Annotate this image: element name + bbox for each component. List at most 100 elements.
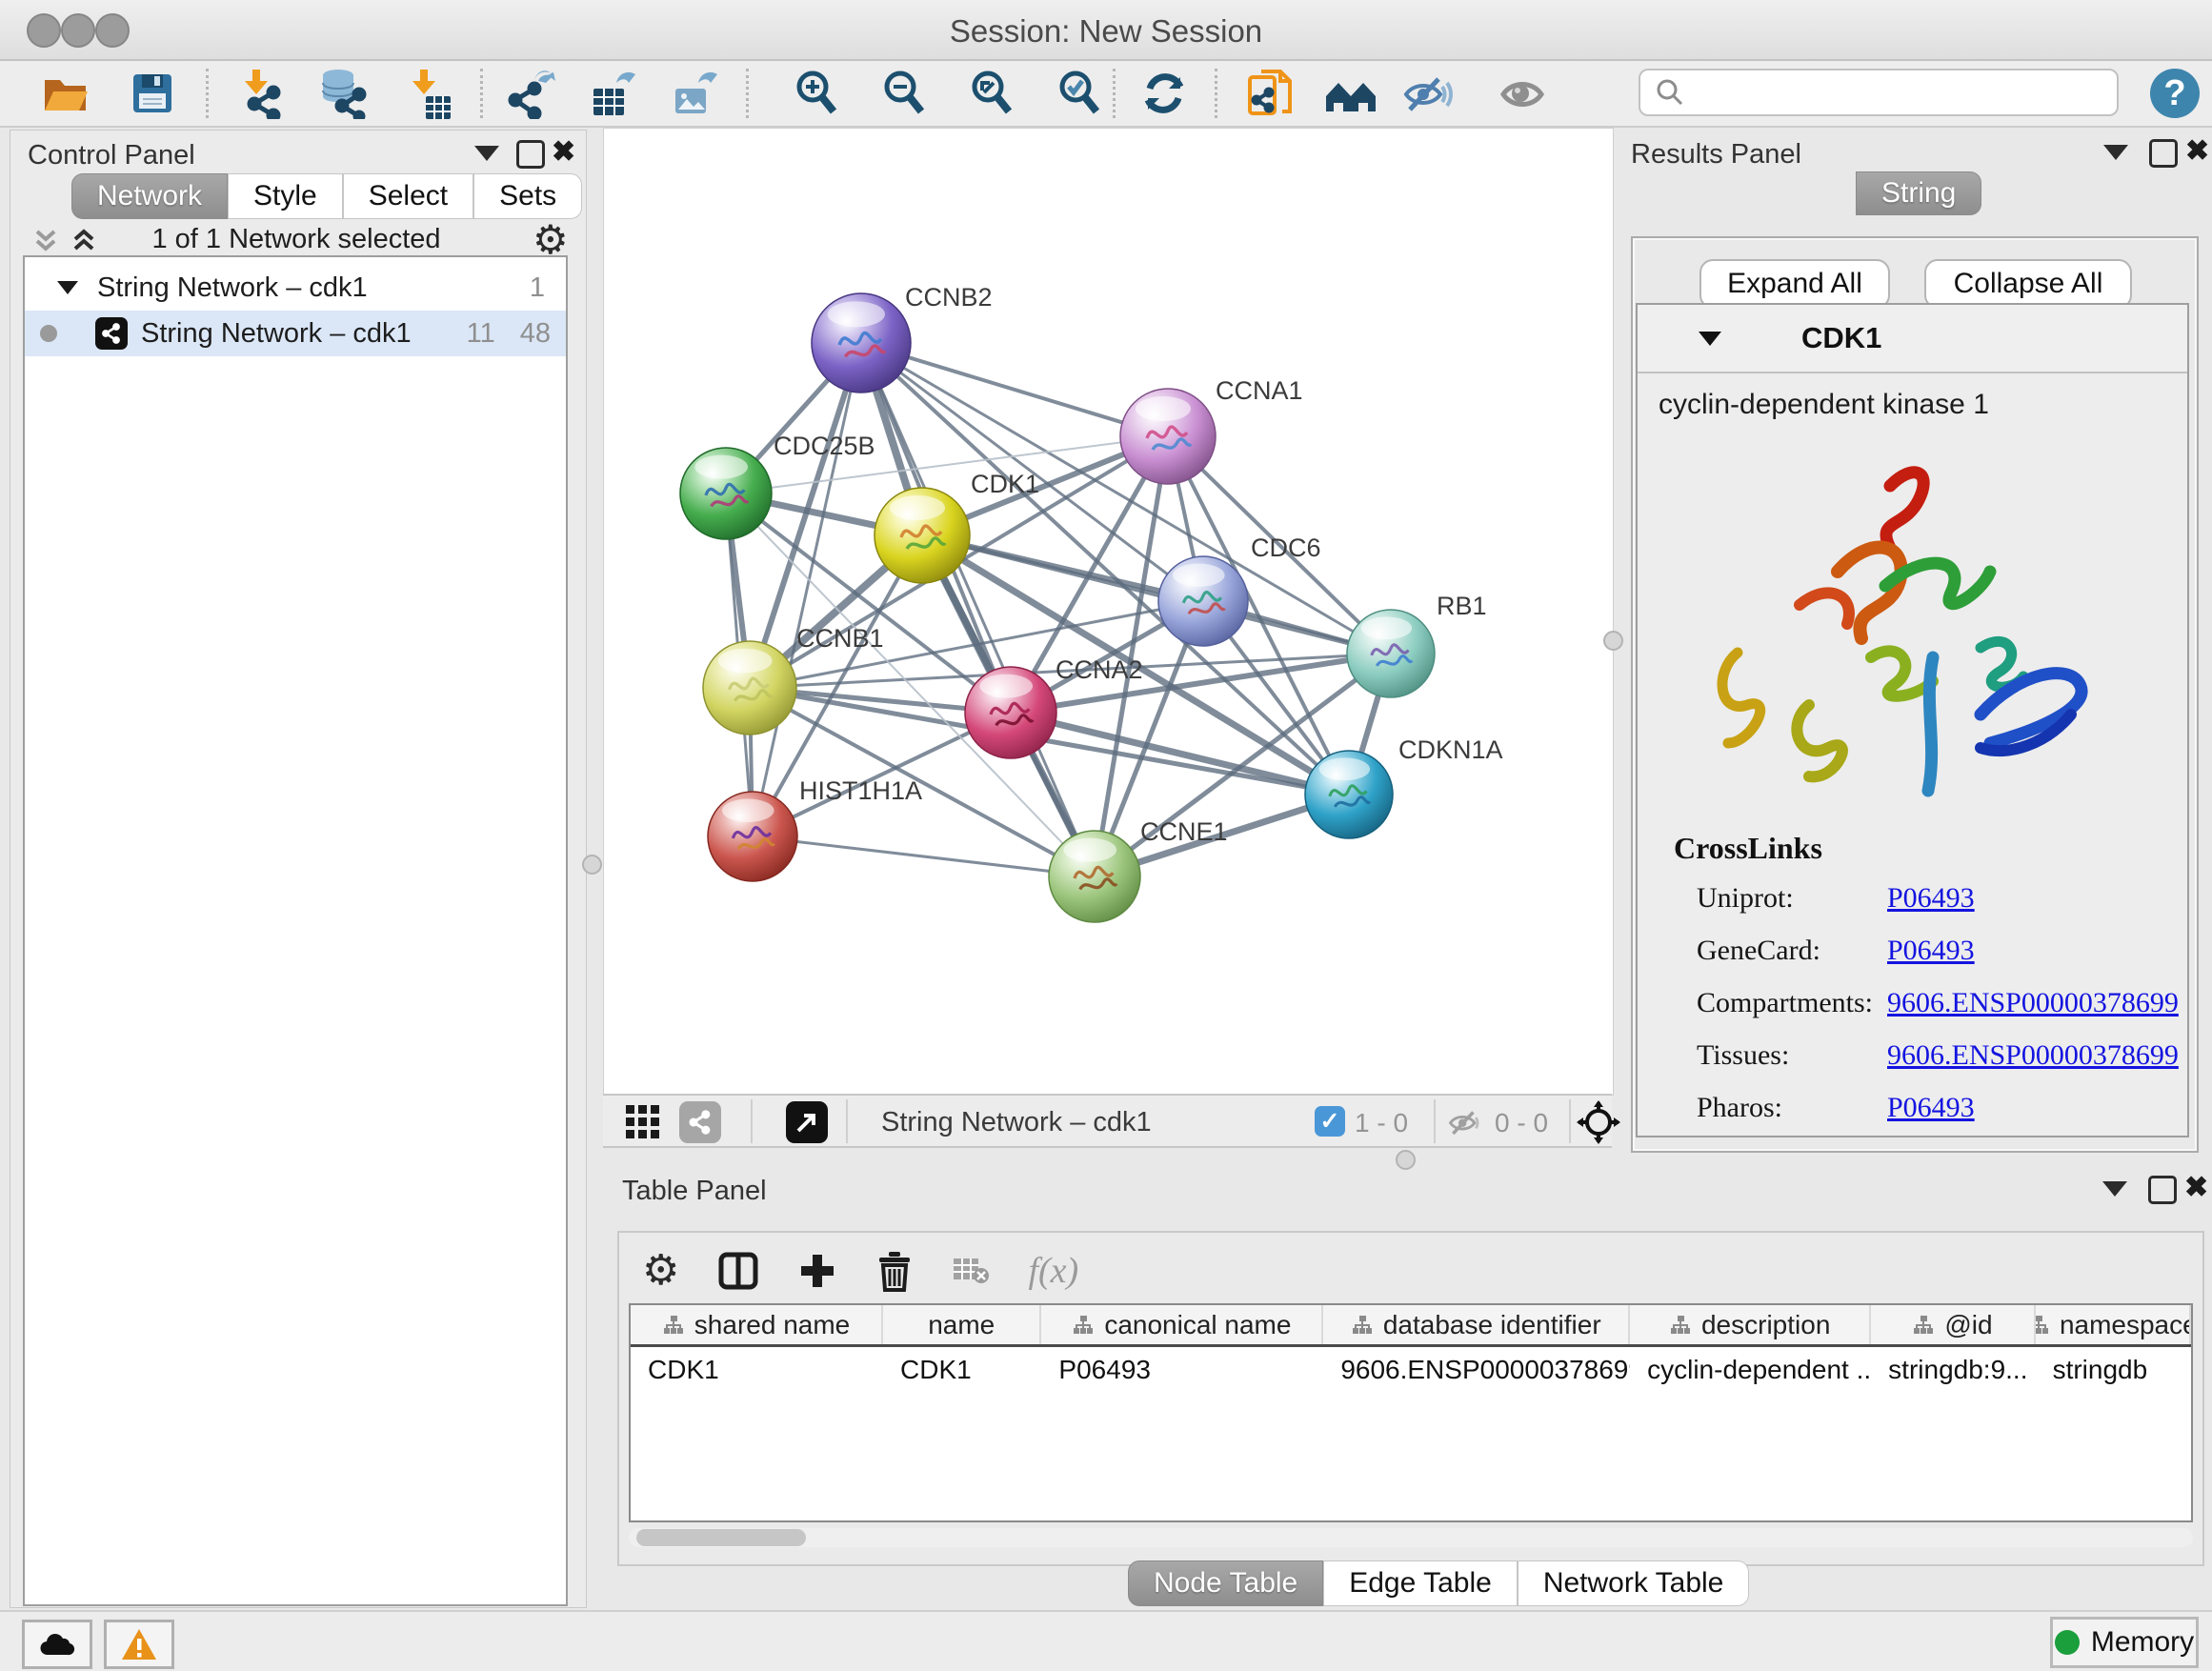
edge-CCNE1-HIST1H1A[interactable]: [753, 836, 1095, 876]
column-header-canonical-name[interactable]: canonical name: [1041, 1305, 1323, 1344]
import-network-file-button[interactable]: [232, 67, 286, 120]
cloud-status-button[interactable]: [22, 1620, 92, 1669]
collapse-all-button[interactable]: Collapse All: [1924, 259, 2132, 309]
tab-node-table[interactable]: Node Table: [1128, 1560, 1323, 1606]
ribbon-stroke-3: [1722, 653, 1760, 743]
node-attribute-table[interactable]: shared namenamecanonical namedatabase id…: [629, 1303, 2193, 1522]
hide-unselected-button[interactable]: [1400, 67, 1454, 120]
float-panel-icon[interactable]: [2102, 1181, 2127, 1197]
gene-header-row[interactable]: CDK1: [1638, 305, 2187, 373]
hidden-count: 0 - 0: [1495, 1108, 1548, 1138]
network-view-title: String Network – cdk1: [881, 1107, 1152, 1138]
node-label-CCNA2: CCNA2: [1056, 655, 1143, 684]
close-panel-icon[interactable]: ✖: [2184, 1174, 2208, 1202]
delete-column-trash-icon[interactable]: [875, 1250, 914, 1292]
maximize-panel-icon[interactable]: [2149, 139, 2178, 168]
node-CCNB1[interactable]: CCNB1: [703, 624, 884, 735]
scrollbar-thumb[interactable]: [636, 1529, 806, 1546]
center-view-crosshair-icon[interactable]: [1577, 1100, 1620, 1144]
tab-network[interactable]: Network: [71, 173, 228, 219]
table-cell[interactable]: stringdb: [2036, 1347, 2191, 1393]
node-label-CCNB1: CCNB1: [796, 624, 884, 653]
save-session-button[interactable]: [126, 67, 179, 120]
crosslink-link[interactable]: P06493: [1887, 882, 1975, 915]
node-HIST1H1A[interactable]: HIST1H1A: [708, 776, 922, 881]
column-header-database-identifier[interactable]: database identifier: [1323, 1305, 1630, 1344]
table-options-gear-icon[interactable]: ⚙: [642, 1246, 679, 1295]
column-header-@id[interactable]: @id: [1871, 1305, 2035, 1344]
tab-network-table[interactable]: Network Table: [1518, 1560, 1750, 1606]
close-panel-icon[interactable]: ✖: [552, 138, 575, 167]
node-CDKN1A[interactable]: CDKN1A: [1305, 735, 1503, 838]
detach-view-icon[interactable]: [786, 1101, 828, 1143]
tab-select[interactable]: Select: [343, 173, 473, 219]
crosslink-link[interactable]: 9606.ENSP00000378699: [1887, 1039, 2179, 1072]
network-view-canvas[interactable]: CCNB2CCNA1CDC25BCDK1CDC6RB1CCNB1CCNA2CDK…: [603, 128, 1614, 1096]
column-header-namespace[interactable]: namespace: [2036, 1305, 2191, 1344]
refresh-view-button[interactable]: [1137, 67, 1191, 120]
left-splitter-handle[interactable]: [582, 855, 602, 875]
help-button[interactable]: ?: [2150, 69, 2200, 118]
crosslink-link[interactable]: 9606.ENSP00000378699: [1887, 987, 2179, 1019]
node-CDC25B[interactable]: CDC25B: [680, 432, 875, 539]
grid-view-icon[interactable]: [624, 1103, 662, 1141]
collection-expand-icon[interactable]: [55, 277, 80, 298]
zoom-fit-button[interactable]: [966, 67, 1019, 120]
network-overview-icon[interactable]: [679, 1101, 721, 1143]
table-cell[interactable]: 9606.ENSP00000378699: [1323, 1347, 1630, 1393]
column-header-description[interactable]: description: [1630, 1305, 1871, 1344]
show-all-button[interactable]: [1496, 67, 1549, 120]
crosslink-link[interactable]: P06493: [1887, 1092, 1975, 1124]
open-session-button[interactable]: [38, 67, 91, 120]
table-cell[interactable]: stringdb:9...: [1871, 1347, 2035, 1393]
collapse-all-tree-icon[interactable]: [31, 226, 60, 254]
table-cell[interactable]: cyclin-dependent ...: [1630, 1347, 1871, 1393]
table-horizontal-scrollbar[interactable]: [629, 1528, 2193, 1547]
node-CCNA1[interactable]: CCNA1: [1120, 376, 1303, 484]
network-row-selected[interactable]: String Network – cdk1 11 48: [25, 311, 566, 356]
expand-all-button[interactable]: Expand All: [1699, 259, 1890, 309]
close-panel-icon[interactable]: ✖: [2185, 137, 2209, 166]
tab-sets[interactable]: Sets: [473, 173, 582, 219]
delete-table-icon: [952, 1255, 990, 1287]
crosslink-label: Compartments:: [1697, 987, 1887, 1019]
table-row[interactable]: CDK1CDK1P064939606.ENSP00000378699cyclin…: [631, 1347, 2191, 1393]
memory-button[interactable]: Memory: [2050, 1617, 2199, 1668]
show-columns-icon[interactable]: [717, 1250, 759, 1292]
table-cell[interactable]: P06493: [1041, 1347, 1323, 1393]
export-image-icon: [670, 68, 721, 119]
import-network-database-button[interactable]: [316, 67, 370, 120]
expand-all-tree-icon[interactable]: [70, 226, 98, 254]
zoom-selected-button[interactable]: [1054, 67, 1107, 120]
table-cell[interactable]: CDK1: [631, 1347, 883, 1393]
string-home-button[interactable]: [1324, 67, 1377, 120]
network-collection-row[interactable]: String Network – cdk1 1: [25, 265, 566, 311]
tab-style[interactable]: Style: [228, 173, 343, 219]
node-RB1[interactable]: RB1: [1347, 592, 1487, 697]
add-column-icon[interactable]: [797, 1251, 837, 1291]
maximize-panel-icon[interactable]: [2148, 1176, 2177, 1204]
export-network-button[interactable]: [505, 67, 558, 120]
zoom-in-button[interactable]: [791, 67, 844, 120]
export-image-button[interactable]: [669, 67, 722, 120]
import-table-file-button[interactable]: [400, 67, 453, 120]
crosslink-link[interactable]: P06493: [1887, 935, 1975, 967]
edge-CCNB2-HIST1H1A[interactable]: [753, 343, 861, 836]
maximize-panel-icon[interactable]: [516, 140, 545, 169]
column-header-shared-name[interactable]: shared name: [631, 1305, 883, 1344]
duplicate-network-button[interactable]: [1243, 67, 1297, 120]
gene-collapse-icon[interactable]: [1697, 328, 1723, 349]
selected-checkbox-icon[interactable]: ✓: [1315, 1106, 1345, 1137]
string-network-graph[interactable]: CCNB2CCNA1CDC25BCDK1CDC6RB1CCNB1CCNA2CDK…: [604, 129, 1611, 1093]
float-panel-icon[interactable]: [474, 146, 499, 161]
node-label-CDKN1A: CDKN1A: [1398, 735, 1503, 764]
search-input[interactable]: [1686, 76, 2090, 109]
warnings-button[interactable]: [104, 1620, 174, 1669]
tab-string[interactable]: String: [1856, 171, 1981, 215]
export-table-button[interactable]: [587, 67, 640, 120]
tab-edge-table[interactable]: Edge Table: [1323, 1560, 1518, 1606]
zoom-out-button[interactable]: [878, 67, 932, 120]
float-panel-icon[interactable]: [2103, 145, 2128, 160]
table-cell[interactable]: CDK1: [883, 1347, 1041, 1393]
column-header-name[interactable]: name: [883, 1305, 1041, 1344]
